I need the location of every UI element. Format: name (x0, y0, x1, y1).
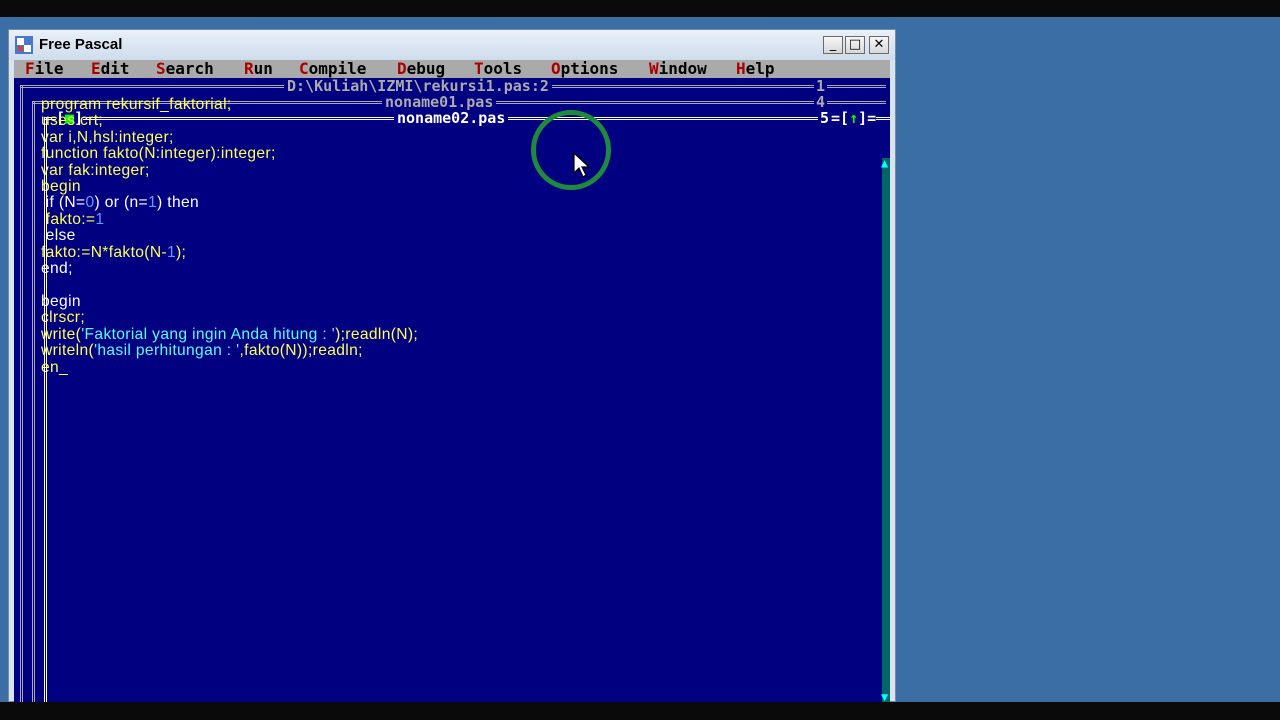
maximize-button[interactable]: □ (845, 36, 865, 54)
code-editor[interactable]: program rekursif_faktorial; uses crt; va… (41, 96, 419, 376)
menu-window[interactable]: Window (649, 60, 707, 78)
window-titlebar[interactable]: Free Pascal _ □ ✕ (9, 30, 895, 60)
free-pascal-icon (15, 36, 33, 54)
code-line: begin (41, 178, 81, 196)
screen-top-border (0, 0, 1280, 17)
menu-file[interactable]: File (25, 60, 64, 78)
code-token: writeln( (41, 342, 95, 360)
code-line: var i,N,hsl:integer; (41, 128, 174, 146)
code-token: if (N= (41, 194, 86, 212)
code-line: function fakto(N:integer):integer; (41, 145, 276, 163)
code-line-cursor: en_ (41, 358, 69, 376)
code-line: var fak:integer; (41, 161, 150, 179)
code-token: ); (176, 243, 187, 261)
editor-window-5-number: 5 (818, 109, 832, 127)
menu-debug[interactable]: Debug (397, 60, 445, 78)
mouse-pointer-icon (573, 152, 591, 178)
close-button[interactable]: ✕ (869, 36, 889, 54)
editor-window-1-number: 1 (814, 77, 828, 95)
code-token: ) or (n= (94, 194, 149, 212)
editor-window-1-title[interactable]: D:\Kuliah\IZMI\rekursi1.pas:2 (284, 78, 552, 94)
menu-search[interactable]: Search (156, 60, 214, 78)
editor-window-4-left-border (32, 101, 35, 703)
click-highlight-ring (531, 110, 611, 190)
scroll-up-icon[interactable]: ▲ (881, 157, 890, 169)
code-token: write( (41, 325, 82, 343)
code-number: 1 (166, 243, 177, 261)
editor-window-1-left-border (20, 85, 23, 703)
code-string: 'Faktorial yang ingin Anda hitung : ' (81, 325, 336, 343)
code-line: program rekursif_faktorial; (41, 96, 232, 113)
code-token: );readln(N); (335, 325, 419, 343)
window-title: Free Pascal (39, 36, 123, 53)
code-token: ) then (157, 194, 200, 212)
minimize-button[interactable]: _ (823, 36, 843, 54)
code-number: 1 (95, 210, 105, 228)
menu-run[interactable]: Run (244, 60, 273, 78)
code-line: end; (41, 260, 73, 278)
code-number: 1 (148, 194, 158, 212)
menu-tools[interactable]: Tools (474, 60, 522, 78)
menu-bar: File Edit Search Run Compile Debug Tools… (14, 60, 890, 78)
code-string: 'hasil perhitungan : ' (94, 342, 240, 360)
code-line: uses crt; (41, 112, 104, 130)
code-line: begin (41, 292, 81, 310)
menu-compile[interactable]: Compile (299, 60, 366, 78)
menu-edit[interactable]: Edit (91, 60, 130, 78)
code-token: fakto:=N*fakto(N- (41, 243, 167, 261)
screen-bottom-border (0, 702, 1280, 720)
menu-options[interactable]: Options (551, 60, 618, 78)
window-zoom-box[interactable]: =[↑]= (831, 110, 877, 126)
code-number: 0 (85, 194, 95, 212)
editor-window-4-number: 4 (814, 93, 828, 111)
code-token: fakto:= (41, 210, 96, 228)
code-token: ,fakto(N));readln; (239, 342, 363, 360)
code-line: clrscr; (41, 309, 86, 327)
menu-help[interactable]: Help (736, 60, 775, 78)
code-line: else (41, 227, 76, 245)
vertical-scrollbar[interactable] (882, 158, 890, 703)
